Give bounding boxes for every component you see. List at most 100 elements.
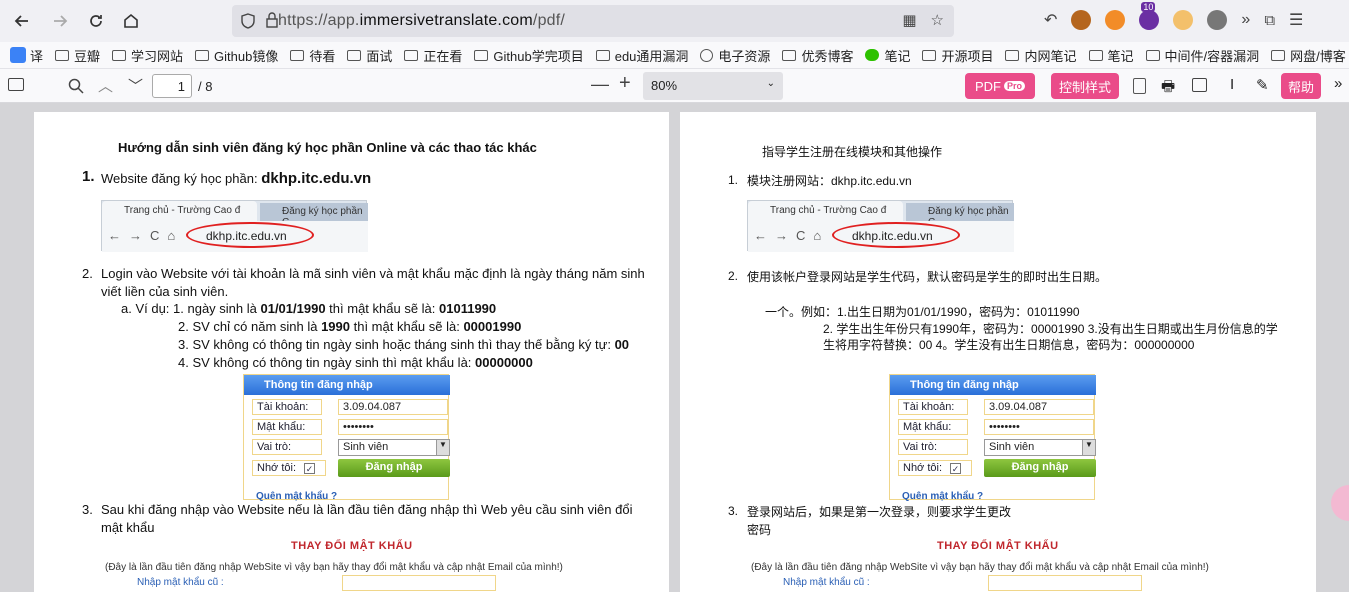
folder-icon [1271,49,1286,61]
bookmark-item[interactable]: 笔记 [865,46,910,65]
zoom-value: 80% [651,78,678,93]
zoom-out-icon[interactable]: — [591,74,609,95]
bookmark-item[interactable]: 正在看 [404,46,462,65]
change-password-title: THAY ĐỔI MẬT KHẨU [291,540,413,552]
bookmark-item[interactable]: 面试 [347,46,392,65]
reload-button[interactable] [80,5,112,37]
bookmark-item[interactable]: 开源项目 [922,46,993,65]
page-number-input[interactable]: 1 [152,74,192,98]
old-password-input-image [342,575,496,591]
qr-code-icon[interactable]: ▦ [902,11,916,29]
back-arrow-icon [14,15,28,27]
bookmark-label: Github学完项目 [493,48,584,64]
bookmark-item[interactable]: 电子资源 [700,46,770,65]
bookmark-label: 网盘/博客 [1290,48,1346,64]
change-password-title: THAY ĐỔI MẬT KHẨU [937,540,1059,552]
folder-icon [922,49,937,61]
folder-icon [290,49,305,61]
bookmark-label: edu通用漏洞 [614,48,689,64]
bookmark-item[interactable]: 待看 [290,46,335,65]
example-line: 2. 学生出生年份只有1990年，密码为：00001990 3.没有出生日期或出… [823,322,1278,336]
bug-extension-icon[interactable] [1207,10,1228,30]
section-text: Website đăng ký học phần: dkhp.itc.edu.v… [101,170,372,187]
print-icon[interactable]: 🖶 [1161,76,1175,101]
pdf-viewer[interactable]: Hướng dẫn sinh viên đăng ký học phần Onl… [0,103,1349,592]
save-icon[interactable] [1192,78,1207,92]
text-cursor-icon[interactable]: I [1230,76,1234,93]
more-tools-icon[interactable]: » [1334,75,1342,92]
account-label: Tài khoản: [252,399,322,415]
folder-icon [595,49,610,61]
sidebar-toggle-icon[interactable] [8,78,24,91]
checkbox-icon: ✓ [950,463,961,474]
address-bar[interactable]: https://app.immersivetranslate.com/pdf/ … [232,5,954,37]
folder-icon [782,49,797,61]
old-password-label: Nhập mật khẩu cũ : [783,577,870,588]
section-number: 3. [82,502,93,517]
section-number: 3. [728,504,739,518]
pdf-pro-button[interactable]: PDF Pro [965,73,1035,99]
example-line: a. Ví dụ: 1. ngày sinh là 01/01/1990 thì… [121,301,497,316]
orange-extension-icon[interactable] [1105,10,1126,30]
undo-icon[interactable]: ↶ [1044,10,1057,30]
bookmark-label: 面试 [366,48,393,64]
previous-page-icon[interactable]: ︿ [98,75,113,96]
bookmark-item[interactable]: Github镜像 [195,46,278,65]
next-page-icon[interactable]: ﹀ [128,75,143,96]
help-button[interactable]: 帮助 [1281,73,1321,99]
folder-icon [474,49,489,61]
bookmark-label: 开源项目 [941,48,994,64]
bookmark-item[interactable]: Github学完项目 [474,46,584,65]
extensions-puzzle-icon[interactable]: ⧉ [1264,12,1275,29]
person-extension-icon[interactable] [1173,10,1194,30]
bookmark-item[interactable]: 中间件/容器漏洞 [1145,46,1260,65]
bookmark-item[interactable]: 译 [10,46,43,65]
shield-icon [241,13,255,29]
draw-icon[interactable]: ✎ [1256,76,1269,94]
bookmark-item[interactable]: 学习网站 [112,46,183,65]
section-text: Login vào Website với tài khoản là mã si… [101,266,645,281]
zoom-in-icon[interactable]: + [619,72,631,95]
control-style-button[interactable]: 控制样式 [1051,73,1119,99]
bookmark-label: 中间件/容器漏洞 [1164,48,1260,64]
search-icon[interactable] [68,78,84,94]
star-icon[interactable]: ☆ [931,11,944,29]
pdf-pro-label: PDF [974,78,1001,94]
zoom-select[interactable]: 80% ⌄ [643,72,783,100]
floating-translate-button[interactable] [1331,485,1349,521]
mini-nav-icons: ←→C⌂ [108,228,184,243]
home-button[interactable] [115,5,147,37]
extension-badge: 10 [1141,2,1156,12]
back-button[interactable] [6,5,38,37]
checkbox-icon: ✓ [304,463,315,474]
role-select: Sinh viên ▼ [984,439,1096,456]
bookmark-item[interactable]: 内网笔记 [1005,46,1077,65]
role-label: Vai trò: [898,439,968,455]
bookmark-item[interactable]: 豆瓣 [55,46,100,65]
dropdown-arrow-icon: ▼ [436,440,449,455]
folder-icon [1005,49,1020,61]
folder-icon [1088,49,1103,61]
red-highlight-oval [186,222,314,248]
forward-button[interactable] [44,5,76,37]
example-line: 4. SV không có thông tin ngày sinh thì m… [178,355,533,370]
globe-icon [700,48,714,62]
menu-icon[interactable]: ☰ [1289,10,1303,30]
more-extensions-icon[interactable]: » [1241,11,1250,29]
forgot-password-link: Quên mật khẩu ? [902,491,984,502]
bookmark-label: 笔记 [884,48,911,64]
folder-icon [55,49,70,61]
bookmark-item[interactable]: edu通用漏洞 [595,46,689,65]
purple-extension-icon[interactable]: 10 [1139,2,1160,30]
example-line: 3. SV không có thông tin ngày sinh hoặc … [178,337,630,352]
pdf-file-icon[interactable] [1133,78,1146,94]
folder-icon [404,49,419,61]
cookie-extension-icon[interactable] [1071,10,1092,30]
translate-icon [10,47,26,63]
bookmark-item[interactable]: 优秀博客 [782,46,853,65]
bookmark-item[interactable]: 网盘/博客 [1271,46,1346,65]
section-text: 模块注册网站：dkhp.itc.edu.vn [747,174,912,188]
home-icon [124,13,138,28]
bookmark-label: 豆瓣 [74,48,101,64]
bookmark-item[interactable]: 笔记 [1088,46,1134,65]
